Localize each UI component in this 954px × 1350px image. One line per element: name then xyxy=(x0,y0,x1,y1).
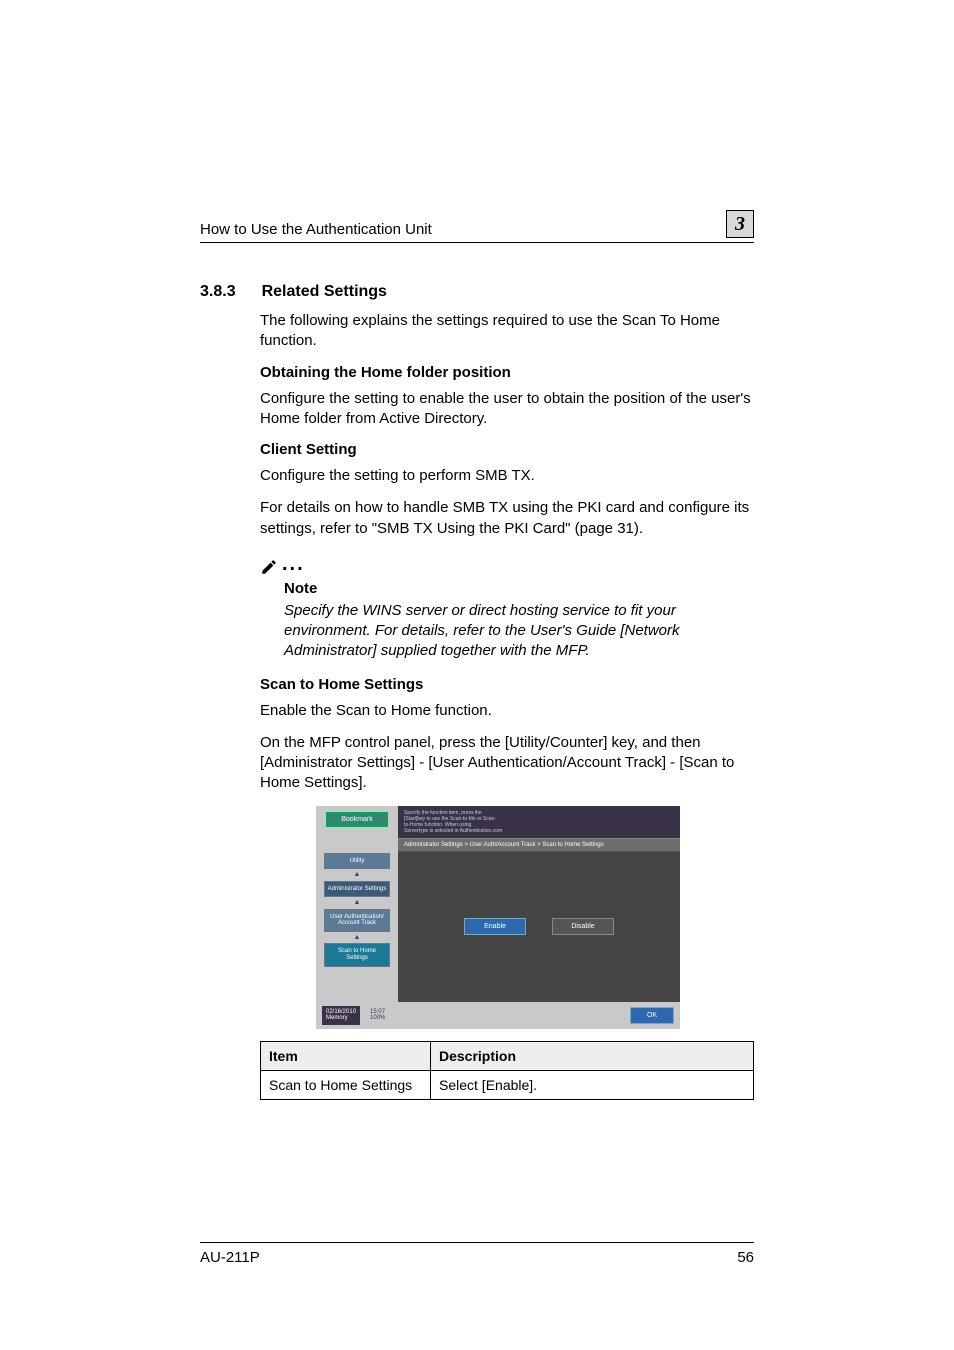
text-client-1: Configure the setting to perform SMB TX. xyxy=(260,466,754,486)
screenshot-banner: Specify the function item, press the [St… xyxy=(398,806,680,838)
note-block: ... Note Specify the WINS server or dire… xyxy=(260,553,754,662)
chapter-number-badge: 3 xyxy=(726,210,754,238)
screenshot-sidebar: Bookmark Utility ▲ Administrator Setting… xyxy=(316,806,398,1002)
screenshot-breadcrumb-path: Administrator Settings > User Auth/Accou… xyxy=(398,838,680,852)
crumb-admin: Administrator Settings xyxy=(324,881,390,898)
section-intro: The following explains the settings requ… xyxy=(260,311,754,352)
enable-button: Enable xyxy=(464,918,526,935)
table-cell-description: Select [Enable]. xyxy=(431,1070,754,1099)
crumb-utility: Utility xyxy=(324,853,390,870)
footer-model: AU-211P xyxy=(200,1249,260,1266)
note-text: Specify the WINS server or direct hostin… xyxy=(284,601,754,662)
running-title: How to Use the Authentication Unit xyxy=(200,221,432,238)
ok-button: OK xyxy=(630,1007,674,1024)
crumb-scan-home: Scan to Home Settings xyxy=(324,943,390,966)
section-title: Related Settings xyxy=(262,283,387,301)
table-row: Scan to Home Settings Select [Enable]. xyxy=(261,1070,754,1099)
running-header: How to Use the Authentication Unit 3 xyxy=(200,210,754,243)
footer-date: 02/16/2010Memory xyxy=(322,1006,360,1025)
table-cell-item: Scan to Home Settings xyxy=(261,1070,431,1099)
settings-table: Item Description Scan to Home Settings S… xyxy=(260,1041,754,1100)
note-icon xyxy=(260,558,278,576)
mfp-screenshot: Bookmark Utility ▲ Administrator Setting… xyxy=(316,806,680,1029)
screenshot-canvas: Enable Disable xyxy=(398,852,680,1002)
note-dots: ... xyxy=(282,553,305,576)
crumb-auth: User Authentication/ Account Track xyxy=(324,909,390,932)
text-sth-2: On the MFP control panel, press the [Uti… xyxy=(260,733,754,794)
subheading-scan-to-home: Scan to Home Settings xyxy=(260,676,754,693)
table-header-description: Description xyxy=(431,1041,754,1070)
bookmark-button: Bookmark xyxy=(326,812,388,827)
subheading-client-setting: Client Setting xyxy=(260,441,754,458)
arrow-icon: ▲ xyxy=(354,936,361,940)
subheading-home-folder: Obtaining the Home folder position xyxy=(260,364,754,381)
text-home-folder: Configure the setting to enable the user… xyxy=(260,389,754,430)
disable-button: Disable xyxy=(552,918,614,935)
text-client-2: For details on how to handle SMB TX usin… xyxy=(260,498,754,539)
arrow-icon: ▲ xyxy=(354,901,361,905)
table-header-item: Item xyxy=(261,1041,431,1070)
section-number: 3.8.3 xyxy=(200,283,236,301)
screenshot-footer: 02/16/2010Memory 15:07100% OK xyxy=(316,1002,680,1029)
footer-time: 15:07100% xyxy=(370,1009,385,1022)
page-footer: AU-211P 56 xyxy=(200,1242,754,1266)
section-heading: 3.8.3 Related Settings xyxy=(200,283,754,301)
arrow-icon: ▲ xyxy=(354,873,361,877)
footer-page-number: 56 xyxy=(737,1249,754,1266)
note-label: Note xyxy=(284,580,754,597)
text-sth-1: Enable the Scan to Home function. xyxy=(260,701,754,721)
